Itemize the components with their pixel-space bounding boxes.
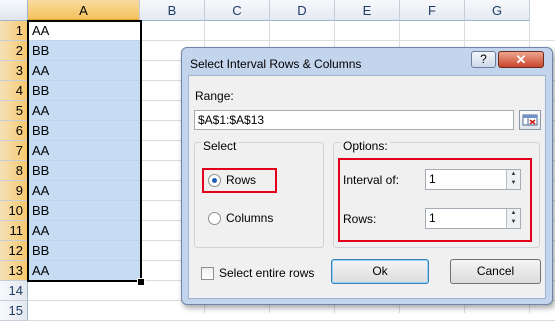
dialog-title: Select Interval Rows & Columns bbox=[190, 57, 362, 71]
column-header-b[interactable]: B bbox=[140, 0, 205, 21]
rows-count-label: Rows: bbox=[343, 212, 377, 226]
select-entire-rows-label[interactable]: Select entire rows bbox=[219, 266, 314, 280]
row-header[interactable]: 14 bbox=[0, 281, 28, 301]
select-group-title: Select bbox=[201, 139, 239, 153]
ok-button[interactable]: Ok bbox=[331, 259, 429, 284]
rows-count-value: 1 bbox=[429, 211, 436, 225]
close-button[interactable]: ✕ bbox=[498, 51, 544, 68]
row-header[interactable]: 10 bbox=[0, 201, 28, 221]
fill-handle[interactable] bbox=[137, 278, 145, 286]
interval-stepper[interactable]: 1 ▲ ▼ bbox=[425, 169, 521, 190]
cancel-button[interactable]: Cancel bbox=[450, 259, 541, 284]
row-header[interactable]: 13 bbox=[0, 261, 28, 281]
column-header-f[interactable]: F bbox=[400, 0, 465, 21]
spin-down-icon[interactable]: ▼ bbox=[507, 179, 520, 188]
select-interval-dialog: Select Interval Rows & Columns ? ✕ Range… bbox=[181, 47, 553, 305]
column-header-d[interactable]: D bbox=[270, 0, 335, 21]
rows-radio-label[interactable]: Rows bbox=[226, 173, 256, 187]
columns-radio[interactable] bbox=[208, 212, 221, 225]
select-group bbox=[194, 142, 324, 248]
interval-label: Interval of: bbox=[343, 173, 400, 187]
row-header[interactable]: 9 bbox=[0, 181, 28, 201]
rows-spin-buttons[interactable]: ▲ ▼ bbox=[506, 209, 520, 228]
row-header[interactable]: 5 bbox=[0, 101, 28, 121]
columns-radio-label[interactable]: Columns bbox=[226, 211, 273, 225]
help-button[interactable]: ? bbox=[471, 51, 496, 68]
range-select-button[interactable] bbox=[519, 110, 541, 130]
rows-radio[interactable] bbox=[208, 174, 221, 187]
row-header[interactable]: 15 bbox=[0, 301, 28, 321]
cell-a[interactable] bbox=[28, 281, 140, 301]
row-header[interactable]: 7 bbox=[0, 141, 28, 161]
interval-spin-buttons[interactable]: ▲ ▼ bbox=[506, 170, 520, 189]
row-header[interactable]: 12 bbox=[0, 241, 28, 261]
row-header[interactable]: 11 bbox=[0, 221, 28, 241]
range-input[interactable]: $A$1:$A$13 bbox=[194, 110, 514, 130]
grid-row bbox=[140, 21, 555, 41]
options-group-title: Options: bbox=[341, 139, 390, 153]
dialog-body: Range: $A$1:$A$13 Select Rows Columns Op… bbox=[188, 75, 546, 299]
cell-a[interactable] bbox=[28, 301, 140, 321]
range-select-icon bbox=[522, 114, 538, 126]
column-header-e[interactable]: E bbox=[335, 0, 400, 21]
interval-value: 1 bbox=[429, 172, 436, 186]
spin-up-icon[interactable]: ▲ bbox=[507, 209, 520, 218]
row-header[interactable]: 3 bbox=[0, 61, 28, 81]
rows-stepper[interactable]: 1 ▲ ▼ bbox=[425, 208, 521, 229]
spin-down-icon[interactable]: ▼ bbox=[507, 218, 520, 227]
column-header-g[interactable]: G bbox=[465, 0, 530, 21]
selection-border bbox=[27, 20, 142, 282]
select-entire-rows-checkbox[interactable] bbox=[201, 267, 214, 280]
column-header-a[interactable]: A bbox=[28, 0, 140, 21]
range-label: Range: bbox=[195, 89, 234, 103]
row-header[interactable]: 4 bbox=[0, 81, 28, 101]
row-header[interactable]: 8 bbox=[0, 161, 28, 181]
row-header[interactable]: 1 bbox=[0, 21, 28, 41]
column-header-c[interactable]: C bbox=[205, 0, 270, 21]
row-header[interactable]: 2 bbox=[0, 41, 28, 61]
row-header[interactable]: 6 bbox=[0, 121, 28, 141]
spin-up-icon[interactable]: ▲ bbox=[507, 170, 520, 179]
select-all-corner[interactable] bbox=[0, 0, 28, 21]
